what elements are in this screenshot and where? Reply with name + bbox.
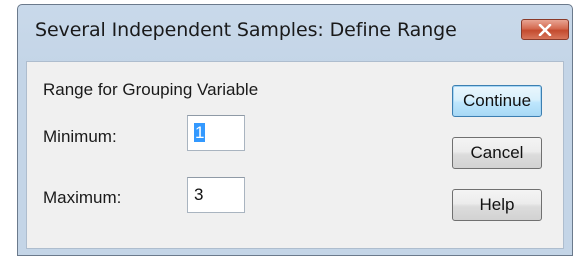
maximum-input[interactable]: 3 (187, 177, 245, 213)
maximum-label: Maximum: (43, 188, 122, 207)
cancel-button[interactable]: Cancel (452, 137, 542, 169)
close-icon (538, 23, 552, 36)
minimum-label: Minimum: (43, 127, 117, 146)
window-title: Several Independent Samples: Define Rang… (35, 19, 457, 41)
close-button[interactable] (521, 19, 569, 40)
help-button[interactable]: Help (452, 189, 542, 221)
title-bar[interactable]: Several Independent Samples: Define Rang… (18, 5, 572, 61)
minimum-value: 1 (194, 123, 206, 142)
continue-button[interactable]: Continue (452, 85, 542, 117)
maximum-value: 3 (194, 185, 204, 204)
minimum-input[interactable]: 1 (187, 115, 245, 151)
define-range-dialog: Several Independent Samples: Define Rang… (17, 4, 573, 256)
dialog-body: Range for Grouping Variable Minimum: 1 M… (26, 61, 564, 249)
range-heading: Range for Grouping Variable (43, 80, 259, 99)
